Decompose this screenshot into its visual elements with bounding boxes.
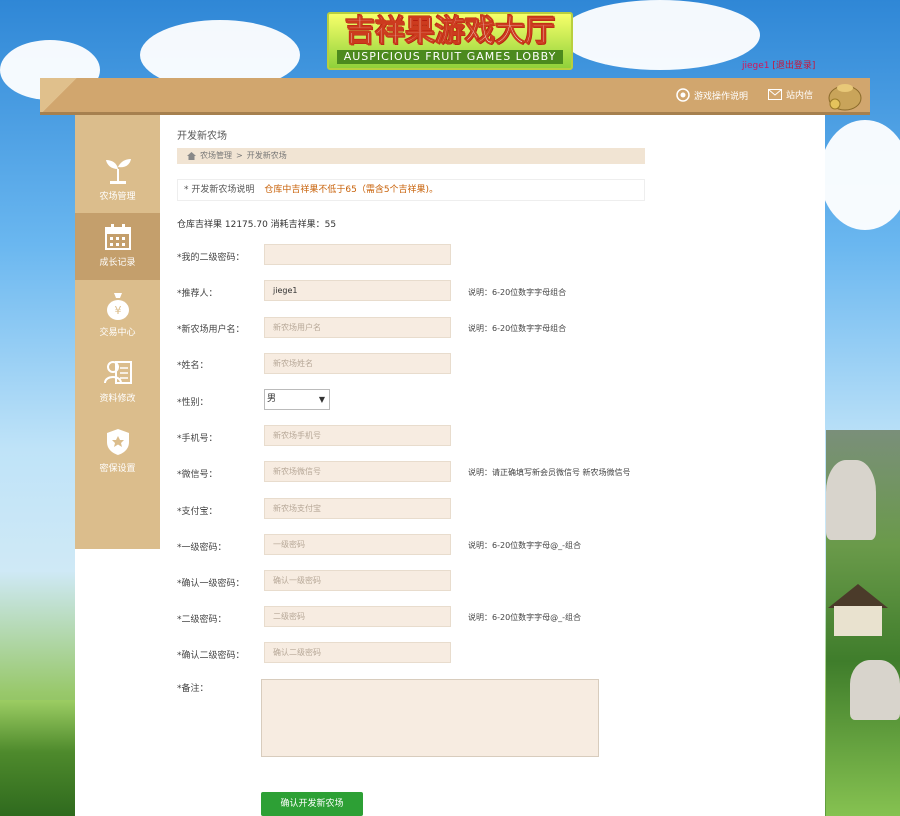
sidebar-item-trade-center[interactable]: ¥ 交易中心 bbox=[75, 281, 160, 348]
sidebar-label: 农场管理 bbox=[99, 192, 136, 202]
field-label: *备注： bbox=[177, 684, 209, 694]
field-label: *推荐人： bbox=[177, 289, 218, 299]
page-title: 开发新农场 bbox=[177, 131, 227, 142]
confirm-second-password-input[interactable]: 确认二级密码 bbox=[264, 642, 451, 663]
field-note: 说明：6-20位数字字母组合 bbox=[468, 324, 567, 333]
new-farm-username-input[interactable]: 新农场用户名 bbox=[264, 317, 451, 338]
logout-link[interactable]: [退出登录] bbox=[772, 61, 815, 71]
field-label: *微信号： bbox=[177, 470, 218, 480]
rock bbox=[850, 660, 900, 720]
my-second-password-input[interactable] bbox=[264, 244, 451, 265]
field-label: *手机号： bbox=[177, 434, 218, 444]
sprout-icon bbox=[105, 159, 131, 184]
calendar-icon bbox=[104, 224, 131, 250]
sidebar: 农场管理 成长记录 ¥ 交易中心 资料修改 密保设置 bbox=[75, 115, 160, 549]
remarks-textarea[interactable] bbox=[261, 679, 599, 757]
field-label: *一级密码： bbox=[177, 543, 227, 553]
field-scenery bbox=[0, 700, 75, 816]
stock-info: 仓库吉祥果 12175.70 消耗吉祥果：55 bbox=[177, 220, 337, 230]
breadcrumb-separator: > bbox=[236, 151, 243, 160]
breadcrumb-current: 开发新农场 bbox=[246, 151, 287, 160]
notice-label: * 开发新农场说明 bbox=[184, 185, 255, 195]
shield-icon bbox=[106, 429, 129, 455]
game-guide-label: 游戏操作说明 bbox=[694, 91, 749, 102]
top-bar: 游戏操作说明 站内信 bbox=[40, 78, 870, 115]
second-password-input[interactable]: 二级密码 bbox=[264, 606, 451, 627]
sidebar-label: 资料修改 bbox=[99, 394, 136, 404]
phone-input[interactable]: 新农场手机号 bbox=[264, 425, 451, 446]
inbox-label: 站内信 bbox=[786, 91, 814, 101]
logo-subtitle: AUSPICIOUS FRUIT GAMES LOBBY bbox=[337, 50, 563, 64]
sidebar-item-growth-records[interactable]: 成长记录 bbox=[75, 213, 160, 280]
rock bbox=[826, 460, 876, 540]
breadcrumb: 农场管理 > 开发新农场 bbox=[177, 148, 645, 164]
notice-box: * 开发新农场说明 仓库中吉祥果不低于65（需含5个吉祥果)。 bbox=[177, 179, 645, 201]
home-icon bbox=[187, 152, 196, 160]
field-label: *姓名： bbox=[177, 361, 209, 371]
svg-text:¥: ¥ bbox=[114, 304, 121, 317]
logo-title: 吉祥果游戏大厅 bbox=[345, 14, 556, 50]
field-label: *支付宝： bbox=[177, 507, 218, 517]
inbox-link[interactable]: 站内信 bbox=[768, 88, 813, 101]
coin-bag-icon bbox=[828, 84, 862, 111]
name-input[interactable]: 新农场姓名 bbox=[264, 353, 451, 374]
confirm-develop-farm-button[interactable]: 确认开发新农场 bbox=[261, 792, 363, 816]
play-circle-icon bbox=[676, 88, 690, 102]
cloud bbox=[820, 120, 900, 230]
sidebar-item-profile-edit[interactable]: 资料修改 bbox=[75, 349, 160, 416]
cloud bbox=[560, 0, 760, 70]
gender-select[interactable]: 男 ▼ bbox=[264, 389, 330, 410]
wechat-input[interactable]: 新农场微信号 bbox=[264, 461, 451, 482]
user-area: jiege1 [退出登录] bbox=[742, 58, 815, 71]
profile-card-icon bbox=[103, 361, 132, 384]
field-label: *性别： bbox=[177, 398, 209, 408]
field-label: *新农场用户名： bbox=[177, 325, 245, 335]
field-note: 说明：请正确填写新会员微信号 新农场微信号 bbox=[468, 468, 631, 477]
breadcrumb-farm-management[interactable]: 农场管理 bbox=[200, 148, 232, 164]
field-note: 说明：6-20位数字字母@_-组合 bbox=[468, 613, 582, 622]
username-link[interactable]: jiege1 bbox=[742, 61, 770, 71]
hut bbox=[828, 584, 888, 640]
sidebar-label: 交易中心 bbox=[99, 328, 136, 338]
referrer-input[interactable]: jiege1 bbox=[264, 280, 451, 301]
sidebar-item-farm-management[interactable]: 农场管理 bbox=[75, 145, 160, 212]
mail-icon bbox=[768, 89, 782, 100]
field-label: *确认一级密码： bbox=[177, 579, 245, 589]
notice-text: 仓库中吉祥果不低于65（需含5个吉祥果)。 bbox=[264, 185, 439, 195]
gender-select-value: 男 bbox=[267, 394, 277, 404]
alipay-input[interactable]: 新农场支付宝 bbox=[264, 498, 451, 519]
sidebar-label: 密保设置 bbox=[99, 464, 136, 474]
game-guide-link[interactable]: 游戏操作说明 bbox=[676, 88, 748, 102]
chevron-down-icon: ▼ bbox=[318, 395, 325, 404]
first-password-input[interactable]: 一级密码 bbox=[264, 534, 451, 555]
field-note: 说明：6-20位数字字母组合 bbox=[468, 288, 567, 297]
money-bag-icon: ¥ bbox=[106, 293, 129, 320]
field-label: *二级密码： bbox=[177, 615, 227, 625]
field-label: *确认二级密码： bbox=[177, 651, 245, 661]
field-label: *我的二级密码： bbox=[177, 253, 245, 263]
confirm-first-password-input[interactable]: 确认一级密码 bbox=[264, 570, 451, 591]
logo: 吉祥果游戏大厅 AUSPICIOUS FRUIT GAMES LOBBY bbox=[327, 12, 573, 70]
sidebar-item-security-settings[interactable]: 密保设置 bbox=[75, 417, 160, 484]
field-note: 说明：6-20位数字字母@_-组合 bbox=[468, 541, 582, 550]
sidebar-label: 成长记录 bbox=[99, 258, 136, 268]
